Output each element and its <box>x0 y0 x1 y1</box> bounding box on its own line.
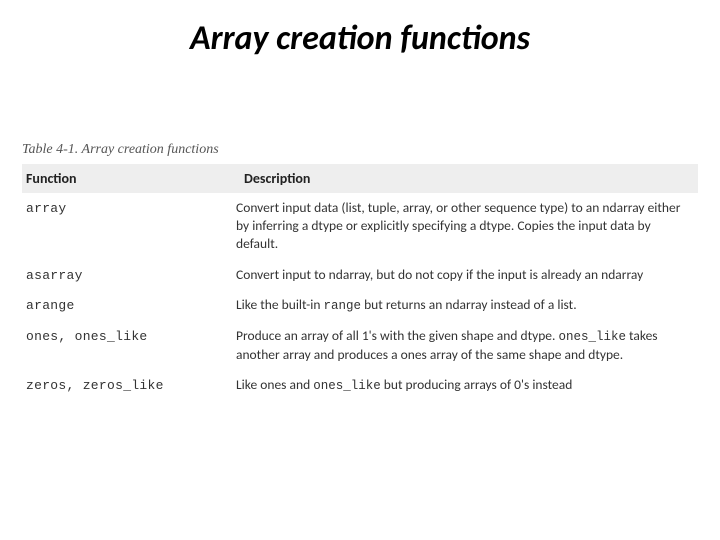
table-header-row: Function Description <box>22 164 698 193</box>
desc-text: but producing arrays of 0's instead <box>381 376 573 393</box>
inline-code: ones_like <box>558 330 626 344</box>
desc-text: but returns an ndarray instead of a list… <box>361 296 577 313</box>
slide: Array creation functions Table 4-1. Arra… <box>0 0 720 540</box>
function-name: asarray <box>26 268 83 283</box>
function-name: zeros, zeros_like <box>26 378 164 393</box>
function-name: arange <box>26 298 75 313</box>
function-desc: Like ones and ones_like but producing ar… <box>236 376 698 395</box>
table-row: ones, ones_like Produce an array of all … <box>22 321 698 370</box>
table-caption: Table 4-1. Array creation functions <box>22 142 219 158</box>
function-name: ones, ones_like <box>26 329 148 344</box>
inline-code: ones_like <box>313 379 381 393</box>
desc-text: Like the built-in <box>236 296 324 313</box>
array-functions-table: Function Description array Convert input… <box>22 164 698 401</box>
function-name: array <box>26 201 67 216</box>
col-header-description: Description <box>240 164 698 193</box>
table-row: arange Like the built-in range but retur… <box>22 290 698 321</box>
inline-code: range <box>324 299 362 313</box>
table-row: asarray Convert input to ndarray, but do… <box>22 260 698 290</box>
desc-text: Produce an array of all 1's with the giv… <box>236 327 558 344</box>
function-desc: Like the built-in range but returns an n… <box>236 296 698 315</box>
page-title: Array creation functions <box>0 0 720 59</box>
function-desc: Produce an array of all 1's with the giv… <box>236 327 698 364</box>
function-desc: Convert input data (list, tuple, array, … <box>236 199 698 254</box>
desc-text: Like ones and <box>236 376 313 393</box>
table-row: zeros, zeros_like Like ones and ones_lik… <box>22 370 698 401</box>
table-row: array Convert input data (list, tuple, a… <box>22 193 698 260</box>
function-desc: Convert input to ndarray, but do not cop… <box>236 266 698 284</box>
col-header-function: Function <box>22 164 240 193</box>
